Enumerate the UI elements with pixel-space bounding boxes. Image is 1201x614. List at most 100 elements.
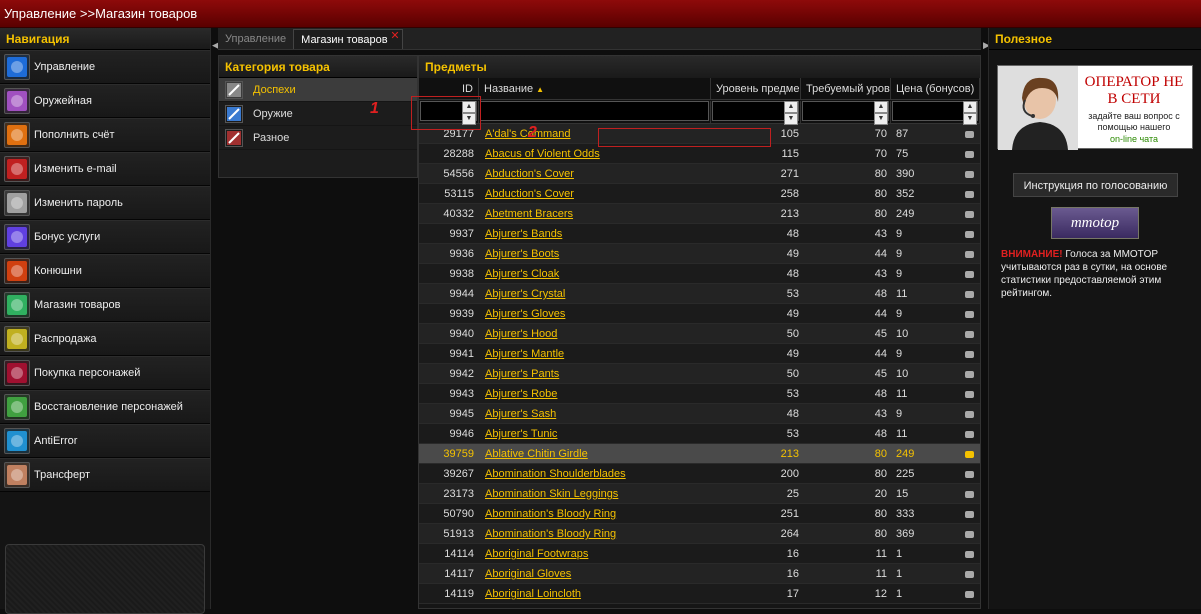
category-item[interactable]: Доспехи bbox=[219, 78, 417, 102]
item-link[interactable]: Abjurer's Mantle bbox=[485, 348, 564, 360]
table-row[interactable]: 51913 Abomination's Bloody Ring 264 80 369 bbox=[419, 524, 980, 544]
item-link[interactable]: Abjurer's Gloves bbox=[485, 308, 565, 320]
buy-cart-icon[interactable] bbox=[965, 310, 974, 318]
table-row[interactable]: 23173 Abomination Skin Leggings 25 20 15 bbox=[419, 484, 980, 504]
table-row[interactable]: 9936 Abjurer's Boots 49 44 9 bbox=[419, 244, 980, 264]
item-link[interactable]: Abomination's Bloody Ring bbox=[485, 508, 616, 520]
table-row[interactable]: 9944 Abjurer's Crystal 53 48 11 bbox=[419, 284, 980, 304]
filter-name-input[interactable] bbox=[480, 101, 709, 121]
column-name[interactable]: Название ▲ bbox=[479, 78, 711, 99]
spin-down-icon[interactable]: ▼ bbox=[784, 113, 798, 125]
buy-cart-icon[interactable] bbox=[965, 170, 974, 178]
item-link[interactable]: Aboriginal Footwraps bbox=[485, 548, 588, 560]
item-link[interactable]: Abomination's Bloody Ring bbox=[485, 528, 616, 540]
tab-shop[interactable]: Магазин товаров ✕ bbox=[293, 26, 403, 49]
nav-item-transfer[interactable]: Трансферт bbox=[0, 458, 210, 492]
item-link[interactable]: Abjurer's Boots bbox=[485, 248, 559, 260]
table-row[interactable]: 9943 Abjurer's Robe 53 48 11 bbox=[419, 384, 980, 404]
filter-level-stepper[interactable]: ▲ ▼ bbox=[784, 101, 798, 125]
item-link[interactable]: Abomination Skin Leggings bbox=[485, 488, 618, 500]
buy-cart-icon[interactable] bbox=[965, 190, 974, 198]
item-link[interactable]: Abduction's Cover bbox=[485, 188, 574, 200]
item-link[interactable]: Aboriginal Loincloth bbox=[485, 588, 581, 600]
nav-item-restore-character[interactable]: Восстановление персонажей bbox=[0, 390, 210, 424]
spin-down-icon[interactable]: ▼ bbox=[874, 113, 888, 125]
nav-item-antierror[interactable]: AntiError bbox=[0, 424, 210, 458]
nav-item-password[interactable]: Изменить пароль bbox=[0, 186, 210, 220]
category-item[interactable]: Оружие bbox=[219, 102, 417, 126]
buy-cart-icon[interactable] bbox=[965, 130, 974, 138]
item-link[interactable]: Abjurer's Bands bbox=[485, 228, 562, 240]
item-link[interactable]: Abjurer's Hood bbox=[485, 328, 557, 340]
nav-item-buy-character[interactable]: Покупка персонажей bbox=[0, 356, 210, 390]
column-required-level[interactable]: Требуемый уров bbox=[801, 78, 891, 99]
buy-cart-icon[interactable] bbox=[965, 510, 974, 518]
buy-cart-icon[interactable] bbox=[965, 150, 974, 158]
operator-banner[interactable]: ОПЕРАТОР НЕ В СЕТИ задайте ваш вопрос с … bbox=[997, 65, 1193, 150]
item-link[interactable]: Abjurer's Robe bbox=[485, 388, 557, 400]
table-row[interactable]: 9938 Abjurer's Cloak 48 43 9 bbox=[419, 264, 980, 284]
nav-item-management[interactable]: Управление bbox=[0, 50, 210, 84]
buy-cart-icon[interactable] bbox=[965, 250, 974, 258]
buy-cart-icon[interactable] bbox=[965, 390, 974, 398]
buy-cart-icon[interactable] bbox=[965, 590, 974, 598]
tab-management[interactable]: Управление bbox=[218, 29, 293, 49]
vote-instructions-button[interactable]: Инструкция по голосованию bbox=[1013, 173, 1178, 197]
table-row[interactable]: 14117 Aboriginal Gloves 16 11 1 bbox=[419, 564, 980, 584]
item-link[interactable]: Abduction's Cover bbox=[485, 168, 574, 180]
buy-cart-icon[interactable] bbox=[965, 470, 974, 478]
buy-cart-icon[interactable] bbox=[965, 430, 974, 438]
buy-cart-icon[interactable] bbox=[965, 230, 974, 238]
item-link[interactable]: Abomination Shoulderblades bbox=[485, 468, 626, 480]
item-link[interactable]: Aboriginal Gloves bbox=[485, 568, 571, 580]
spin-up-icon[interactable]: ▲ bbox=[784, 101, 798, 113]
item-link[interactable]: Abjurer's Tunic bbox=[485, 428, 557, 440]
item-link[interactable]: Abjurer's Cloak bbox=[485, 268, 559, 280]
table-row[interactable]: 9942 Abjurer's Pants 50 45 10 bbox=[419, 364, 980, 384]
column-price[interactable]: Цена (бонусов) bbox=[891, 78, 980, 99]
table-row[interactable]: 9940 Abjurer's Hood 50 45 10 bbox=[419, 324, 980, 344]
item-link[interactable]: Ablative Chitin Girdle bbox=[485, 448, 588, 460]
buy-cart-icon[interactable] bbox=[965, 490, 974, 498]
buy-cart-icon[interactable] bbox=[965, 290, 974, 298]
buy-cart-icon[interactable] bbox=[965, 350, 974, 358]
table-row[interactable]: 9937 Abjurer's Bands 48 43 9 bbox=[419, 224, 980, 244]
buy-cart-icon[interactable] bbox=[965, 450, 974, 458]
nav-item-sale[interactable]: Распродажа bbox=[0, 322, 210, 356]
table-row[interactable]: 40332 Abetment Bracers 213 80 249 bbox=[419, 204, 980, 224]
buy-cart-icon[interactable] bbox=[965, 550, 974, 558]
item-link[interactable]: Abjurer's Crystal bbox=[485, 288, 565, 300]
nav-item-bonus[interactable]: Бонус услуги bbox=[0, 220, 210, 254]
item-link[interactable]: Abetment Bracers bbox=[485, 208, 573, 220]
filter-required-stepper[interactable]: ▲ ▼ bbox=[874, 101, 888, 125]
table-row[interactable]: 50790 Abomination's Bloody Ring 251 80 333 bbox=[419, 504, 980, 524]
spin-up-icon[interactable]: ▲ bbox=[963, 101, 977, 113]
nav-item-deposit[interactable]: Пополнить счёт bbox=[0, 118, 210, 152]
nav-item-shop[interactable]: Магазин товаров bbox=[0, 288, 210, 322]
item-link[interactable]: Abjurer's Sash bbox=[485, 408, 556, 420]
table-row[interactable]: 28288 Abacus of Violent Odds 115 70 75 bbox=[419, 144, 980, 164]
operator-chat-link[interactable]: on-line чата bbox=[1078, 134, 1190, 144]
buy-cart-icon[interactable] bbox=[965, 330, 974, 338]
nav-item-armory[interactable]: Оружейная bbox=[0, 84, 210, 118]
category-item[interactable]: Разное bbox=[219, 126, 417, 150]
buy-cart-icon[interactable] bbox=[965, 270, 974, 278]
table-row[interactable]: 39759 Ablative Chitin Girdle 213 80 249 bbox=[419, 444, 980, 464]
buy-cart-icon[interactable] bbox=[965, 570, 974, 578]
close-tab-icon[interactable]: ✕ bbox=[390, 26, 399, 46]
table-row[interactable]: 9945 Abjurer's Sash 48 43 9 bbox=[419, 404, 980, 424]
table-row[interactable]: 9946 Abjurer's Tunic 53 48 11 bbox=[419, 424, 980, 444]
item-link[interactable]: Abjurer's Pants bbox=[485, 368, 559, 380]
table-row[interactable]: 14114 Aboriginal Footwraps 16 11 1 bbox=[419, 544, 980, 564]
column-level[interactable]: Уровень предме bbox=[711, 78, 801, 99]
nav-item-email[interactable]: Изменить e-mail bbox=[0, 152, 210, 186]
filter-price-stepper[interactable]: ▲ ▼ bbox=[963, 101, 977, 125]
spin-down-icon[interactable]: ▼ bbox=[963, 113, 977, 125]
buy-cart-icon[interactable] bbox=[965, 410, 974, 418]
table-row[interactable]: 39267 Abomination Shoulderblades 200 80 225 bbox=[419, 464, 980, 484]
mmotop-banner[interactable]: mmotop bbox=[1051, 207, 1139, 239]
table-row[interactable]: 9941 Abjurer's Mantle 49 44 9 bbox=[419, 344, 980, 364]
table-row[interactable]: 54556 Abduction's Cover 271 80 390 bbox=[419, 164, 980, 184]
table-row[interactable]: 9939 Abjurer's Gloves 49 44 9 bbox=[419, 304, 980, 324]
buy-cart-icon[interactable] bbox=[965, 210, 974, 218]
